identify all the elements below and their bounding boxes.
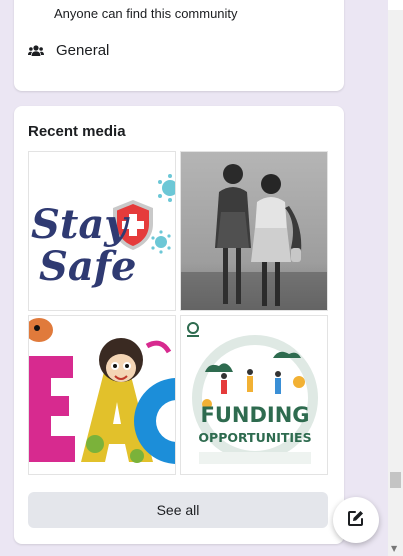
stay-safe-line1: Stay xyxy=(31,201,130,248)
recent-media-title: Recent media xyxy=(28,123,126,140)
funding-text-line2: OPPORTUNITIES xyxy=(198,430,311,445)
scroll-down-arrow-icon[interactable]: ▼ xyxy=(391,544,397,553)
funding-text-line1: FUNDING xyxy=(200,403,309,427)
category-row: General xyxy=(28,42,109,59)
colorful-letters-image[interactable] xyxy=(28,315,176,475)
funding-opportunities-image[interactable]: FUNDING OPPORTUNITIES xyxy=(180,315,328,475)
group-icon xyxy=(28,44,44,58)
visibility-text: Anyone can find this community xyxy=(54,6,238,21)
scrollbar-thumb[interactable] xyxy=(390,472,401,488)
about-card: Anyone can find this community General xyxy=(14,0,344,91)
compose-button[interactable] xyxy=(333,497,379,543)
stay-safe-line2: Safe xyxy=(39,243,136,290)
category-label: General xyxy=(56,42,110,59)
scrollbar[interactable]: ▼ xyxy=(388,0,403,556)
two-children-photo[interactable] xyxy=(180,151,328,311)
recent-media-card: Recent media Stay Safe FUNDING OPPORTUNI… xyxy=(14,106,344,544)
see-all-button[interactable]: See all xyxy=(28,492,328,528)
stay-safe-image[interactable]: Stay Safe xyxy=(28,151,176,311)
edit-icon xyxy=(347,509,365,532)
sidebar-content: Anyone can find this community General R… xyxy=(0,0,388,556)
